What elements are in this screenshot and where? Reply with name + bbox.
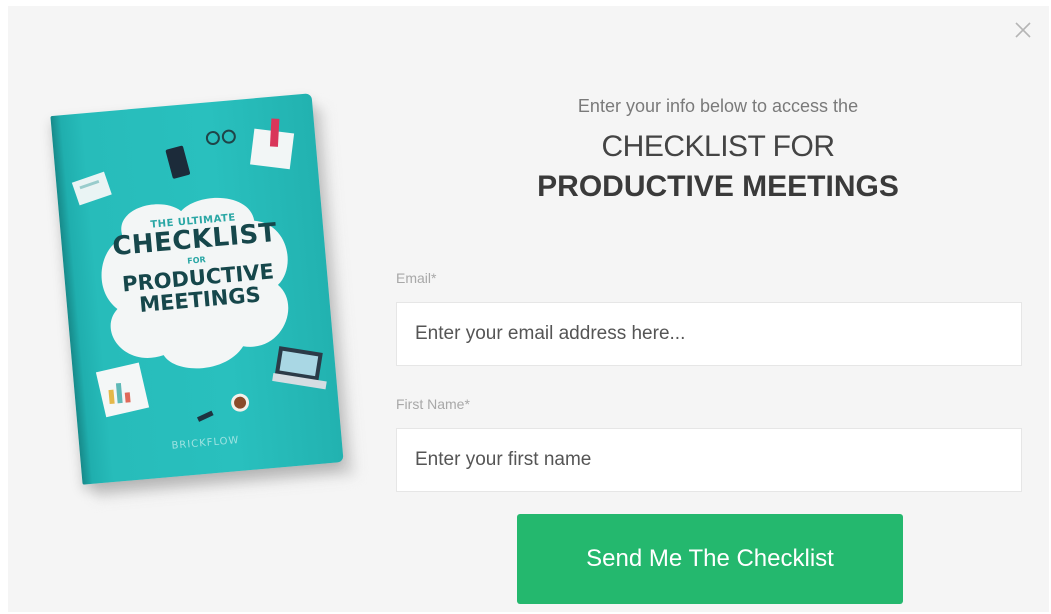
intro-text: Enter your info below to access the: [577, 96, 859, 116]
title-line-1: CHECKLIST FOR: [601, 130, 836, 163]
send-checklist-button[interactable]: Send Me The Checklist: [517, 514, 903, 604]
coffee-cup-icon: [231, 393, 250, 412]
book-cover: THE ULTIMATE CHECKLIST FOR PRODUCTIVE ME…: [50, 93, 344, 485]
close-button[interactable]: [1011, 18, 1035, 42]
notes-stack-icon: [250, 118, 295, 170]
email-field[interactable]: [396, 302, 1022, 366]
chart-paper-icon: [95, 362, 150, 418]
signup-modal: THE ULTIMATE CHECKLIST FOR PRODUCTIVE ME…: [8, 6, 1049, 612]
cover-brand: BRICKFLOW: [171, 434, 240, 452]
close-icon: [1015, 22, 1031, 38]
pen-icon: [196, 410, 214, 422]
title-line-2: PRODUCTIVE MEETINGS: [537, 170, 899, 203]
glasses-icon: [205, 129, 236, 146]
first-name-label: First Name*: [396, 396, 470, 412]
laptop-icon: [272, 346, 327, 390]
email-label: Email*: [396, 270, 437, 286]
checklist-book-image: THE ULTIMATE CHECKLIST FOR PRODUCTIVE ME…: [48, 93, 356, 499]
first-name-field[interactable]: [396, 428, 1022, 492]
cover-title: THE ULTIMATE CHECKLIST FOR PRODUCTIVE ME…: [100, 208, 294, 319]
phone-icon: [165, 145, 191, 179]
